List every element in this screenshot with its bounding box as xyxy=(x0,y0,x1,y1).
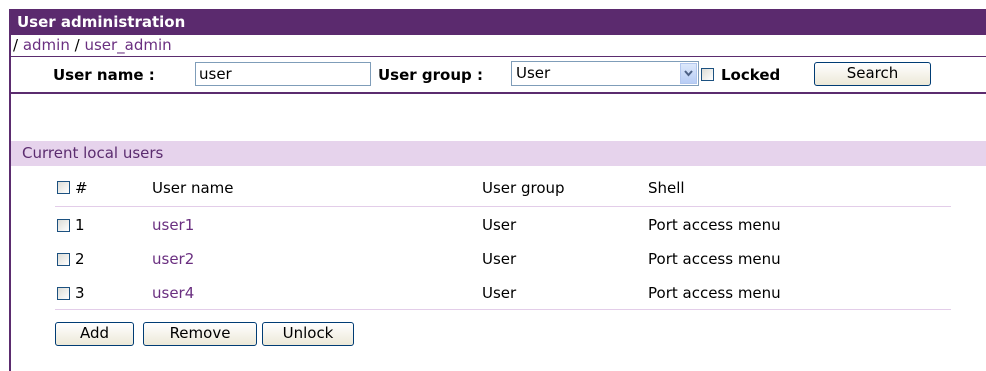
breadcrumb-separator: / xyxy=(74,36,80,54)
row-shell: Port access menu xyxy=(648,250,781,268)
column-header-usergroup: User group xyxy=(482,179,565,197)
user-link[interactable]: user4 xyxy=(152,284,194,302)
usergroup-select[interactable]: User xyxy=(511,61,699,86)
locked-label: Locked xyxy=(721,66,781,84)
row-checkbox[interactable] xyxy=(57,219,70,232)
breadcrumb-admin-link[interactable]: admin xyxy=(23,36,70,54)
row-number: 3 xyxy=(75,284,85,302)
usergroup-selected-value: User xyxy=(516,64,551,82)
page-title: User administration xyxy=(11,9,986,35)
username-input[interactable]: user xyxy=(195,62,371,86)
breadcrumb-user-admin-link[interactable]: user_admin xyxy=(84,36,171,54)
row-checkbox[interactable] xyxy=(57,253,70,266)
row-number: 1 xyxy=(75,216,85,234)
section-title: Current local users xyxy=(11,141,986,166)
table-bottom-divider xyxy=(55,309,951,310)
search-bar: User name : user User group : User Locke… xyxy=(11,57,986,94)
row-shell: Port access menu xyxy=(648,216,781,234)
select-all-checkbox[interactable] xyxy=(57,181,70,194)
search-button[interactable]: Search xyxy=(814,62,931,86)
row-usergroup: User xyxy=(482,216,517,234)
row-usergroup: User xyxy=(482,250,517,268)
row-checkbox[interactable] xyxy=(57,287,70,300)
user-admin-panel: User administration / admin / user_admin… xyxy=(9,9,986,371)
usergroup-label: User group : xyxy=(378,66,483,84)
remove-button[interactable]: Remove xyxy=(143,322,257,346)
row-shell: Port access menu xyxy=(648,284,781,302)
unlock-button[interactable]: Unlock xyxy=(262,322,354,346)
column-header-shell: Shell xyxy=(648,179,685,197)
column-header-number: # xyxy=(75,179,88,197)
username-label: User name : xyxy=(53,66,155,84)
locked-checkbox[interactable] xyxy=(701,68,714,81)
user-link[interactable]: user1 xyxy=(152,216,194,234)
breadcrumb-separator: / xyxy=(13,36,19,54)
column-header-username: User name xyxy=(152,179,234,197)
chevron-down-icon[interactable] xyxy=(680,63,697,84)
header-divider xyxy=(55,206,951,207)
row-usergroup: User xyxy=(482,284,517,302)
breadcrumb: / admin / user_admin xyxy=(11,35,986,57)
user-link[interactable]: user2 xyxy=(152,250,194,268)
row-number: 2 xyxy=(75,250,85,268)
add-button[interactable]: Add xyxy=(55,322,134,346)
